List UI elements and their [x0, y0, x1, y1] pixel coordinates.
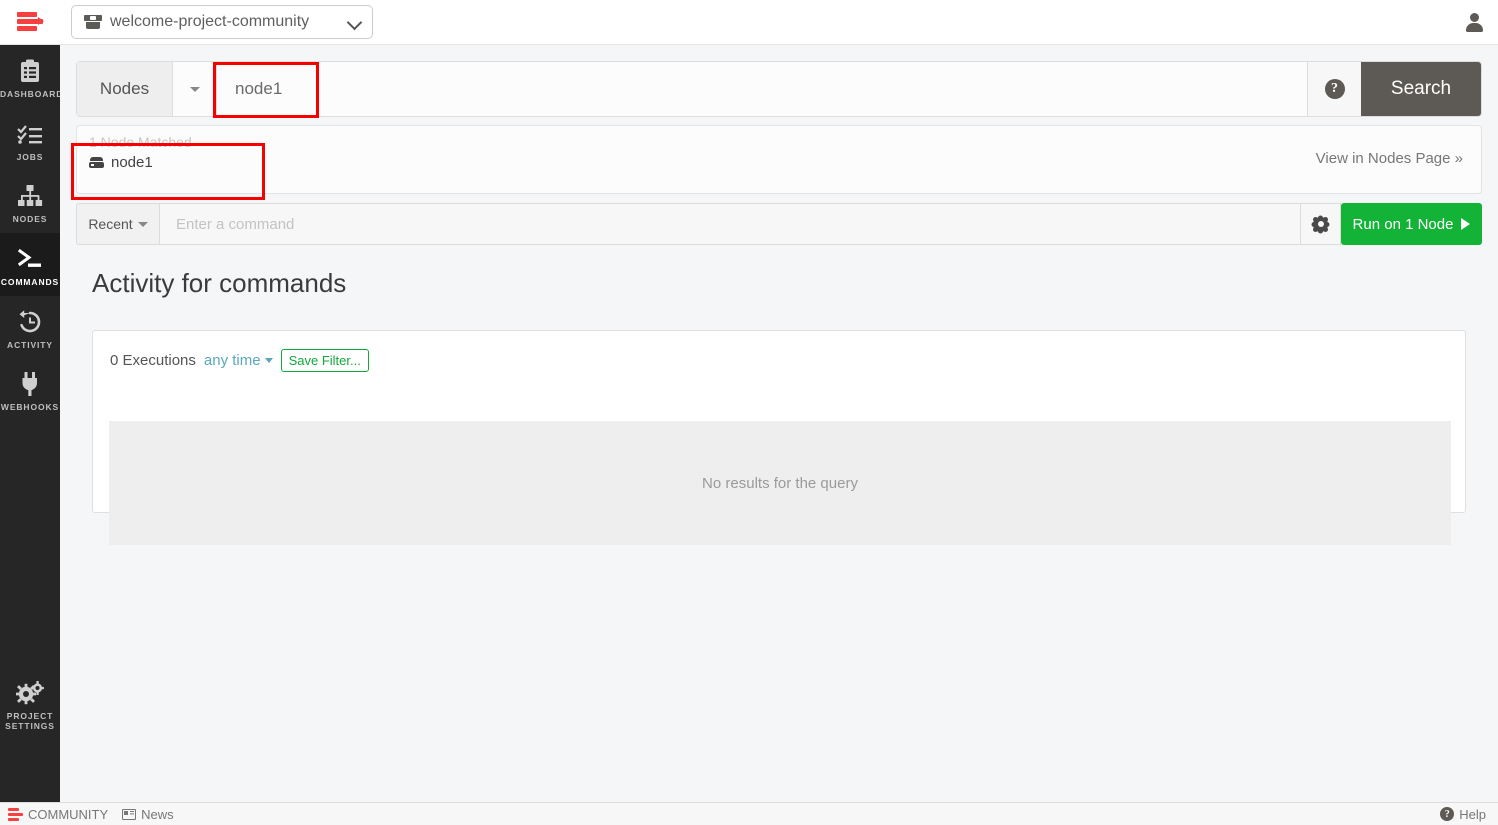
- sidebar-item-commands[interactable]: COMMANDS: [0, 232, 60, 296]
- sidebar-item-nodes[interactable]: NODES: [0, 170, 60, 233]
- view-in-nodes-page-link[interactable]: View in Nodes Page »: [1316, 150, 1463, 167]
- executions-count: 0 Executions: [110, 352, 196, 369]
- sidebar-item-dashboard[interactable]: DASHBOARD: [0, 45, 64, 108]
- caret-down-icon: [189, 86, 200, 92]
- question-circle-icon: ?: [1440, 807, 1455, 821]
- footer-community-label: COMMUNITY: [28, 806, 109, 822]
- user-icon[interactable]: [1464, 12, 1484, 32]
- sidebar-item-label: COMMANDS: [0, 276, 60, 287]
- page-title: Activity for commands: [92, 268, 347, 298]
- sidebar-item-label-2: SETTINGS: [5, 721, 55, 732]
- recent-commands-label: Recent: [88, 216, 133, 232]
- recent-commands-dropdown[interactable]: Recent: [76, 203, 160, 245]
- run-on-nodes-button[interactable]: Run on 1 Node: [1341, 203, 1482, 245]
- sidebar-item-label: NODES: [12, 214, 48, 225]
- main-content: Nodes ? Search 1 Node Matched node1 View…: [60, 45, 1498, 802]
- command-input[interactable]: [160, 203, 1301, 245]
- matched-node-item[interactable]: node1: [89, 154, 269, 171]
- caret-down-icon: [264, 358, 273, 363]
- project-selector-value: welcome-project-community: [110, 13, 310, 30]
- node-search-bar: Nodes ? Search: [76, 61, 1482, 117]
- activity-card: 0 Executions any time Save Filter... No …: [92, 330, 1466, 545]
- time-filter-dropdown[interactable]: any time: [204, 352, 273, 369]
- footer-left: COMMUNITY News: [8, 807, 174, 822]
- save-filter-button[interactable]: Save Filter...: [280, 349, 369, 372]
- run-button-label: Run on 1 Node: [1352, 215, 1454, 233]
- matched-nodes-panel: 1 Node Matched node1 View in Nodes Page …: [76, 125, 1482, 194]
- question-circle-icon: ?: [1324, 79, 1345, 99]
- top-bar-actions: [1430, 12, 1498, 32]
- sitemap-icon: [0, 183, 60, 209]
- top-bar: welcome-project-community: [0, 0, 1498, 45]
- sidebar: DASHBOARD JOBS NODES COMMANDS ACTIVITY W…: [0, 45, 64, 802]
- sidebar-item-label: DASHBOARD: [0, 89, 64, 99]
- gear-icon[interactable]: [1430, 12, 1450, 32]
- project-selector[interactable]: welcome-project-community: [71, 5, 373, 39]
- gears-icon: [0, 680, 60, 706]
- footer-news-item[interactable]: News: [122, 807, 174, 822]
- sidebar-item-label: JOBS: [16, 151, 44, 162]
- time-filter-label: any time: [203, 352, 261, 369]
- activity-filter-bar: 0 Executions any time Save Filter...: [93, 331, 1465, 372]
- empty-results-message: No results for the query: [109, 421, 1451, 545]
- history-clock-icon: [0, 309, 60, 335]
- clipboard-list-icon: [0, 58, 60, 84]
- search-type-caret-button[interactable]: [173, 62, 217, 116]
- footer: COMMUNITY News ? Help: [0, 802, 1498, 825]
- command-settings-button[interactable]: [1301, 203, 1341, 245]
- checklist-icon: [0, 121, 60, 147]
- sidebar-bottom: PROJECT SETTINGS: [0, 667, 60, 740]
- server-icon: [89, 157, 104, 168]
- footer-help-label: Help: [1459, 806, 1486, 822]
- rundeck-logo-small-icon: [8, 807, 23, 822]
- plug-icon: [0, 371, 60, 397]
- gear-icon: [1313, 216, 1328, 232]
- footer-help-item[interactable]: ? Help: [1440, 807, 1486, 822]
- footer-news-label: News: [141, 806, 174, 822]
- news-icon: [122, 808, 137, 820]
- matched-nodes-summary: 1 Node Matched node1: [89, 134, 269, 171]
- search-type-selector[interactable]: Nodes: [77, 62, 173, 116]
- sidebar-item-label: PROJECT: [6, 710, 54, 721]
- rundeck-logo-icon: [17, 9, 44, 35]
- project-box-icon: [84, 15, 102, 29]
- sidebar-item-label: WEBHOOKS: [0, 402, 60, 413]
- sidebar-item-project-settings[interactable]: PROJECT SETTINGS: [0, 667, 60, 740]
- matched-node-name: node1: [111, 154, 153, 171]
- search-input[interactable]: [217, 62, 1307, 116]
- sidebar-item-jobs[interactable]: JOBS: [0, 108, 60, 171]
- rundeck-logo-slot: [0, 0, 60, 45]
- footer-community-item[interactable]: COMMUNITY: [8, 807, 108, 822]
- command-bar: Recent Run on 1 Node: [76, 203, 1482, 245]
- sidebar-item-activity[interactable]: ACTIVITY: [0, 296, 60, 359]
- play-icon: [1461, 218, 1471, 230]
- sidebar-item-webhooks[interactable]: WEBHOOKS: [0, 358, 60, 421]
- sidebar-item-label: ACTIVITY: [7, 339, 53, 350]
- search-button[interactable]: Search: [1361, 62, 1481, 116]
- matched-count-label: 1 Node Matched: [89, 134, 192, 150]
- terminal-icon: [0, 246, 60, 272]
- search-help-button[interactable]: ?: [1307, 62, 1361, 116]
- chevron-down-icon: [348, 15, 362, 29]
- caret-down-icon: [137, 221, 148, 227]
